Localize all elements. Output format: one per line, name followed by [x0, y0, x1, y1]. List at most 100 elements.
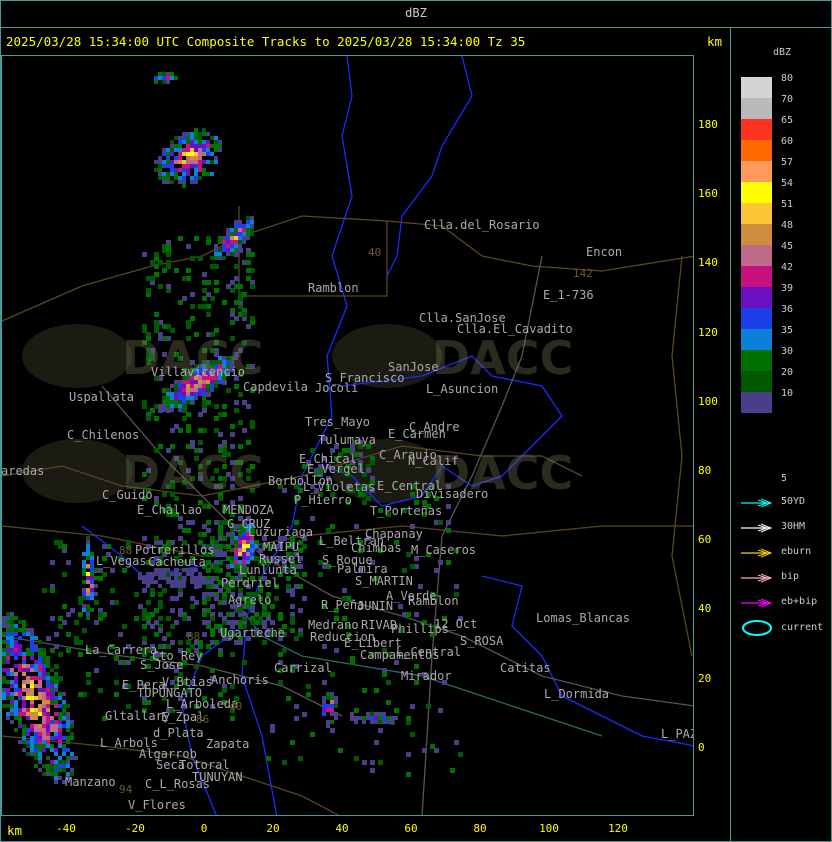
- radar-echo: [154, 168, 158, 172]
- x-tick-label: -40: [56, 822, 76, 835]
- legend-label: 51: [781, 199, 794, 210]
- radar-echo: [250, 224, 254, 228]
- radar-echo: [38, 736, 42, 740]
- radar-echo: [162, 572, 166, 576]
- radar-echo: [54, 684, 58, 688]
- radar-echo: [86, 564, 90, 568]
- radar-echo: [162, 588, 167, 593]
- radar-echo: [50, 764, 54, 768]
- radar-echo: [86, 548, 90, 552]
- radar-echo: [242, 540, 246, 544]
- radar-echo: [218, 256, 222, 260]
- radar-echo: [14, 676, 18, 680]
- radar-echo: [338, 748, 343, 753]
- radar-echo: [82, 580, 86, 584]
- radar-echo: [390, 720, 394, 724]
- track-label: 50YD: [781, 496, 806, 507]
- radar-echo: [162, 324, 167, 329]
- radar-echo: [146, 616, 151, 621]
- radar-echo: [214, 640, 219, 645]
- radar-echo: [90, 556, 94, 560]
- radar-echo: [14, 640, 18, 644]
- radar-echo: [250, 228, 254, 232]
- radar-echo: [42, 688, 46, 692]
- radar-echo: [194, 152, 198, 156]
- radar-echo: [202, 576, 206, 580]
- radar-echo: [10, 648, 14, 652]
- radar-echo: [218, 252, 222, 256]
- radar-echo: [190, 176, 194, 180]
- radar-echo: [166, 148, 170, 152]
- radar-echo: [110, 588, 115, 593]
- radar-echo: [190, 256, 195, 261]
- place-label: Clla.El_Cavadito: [457, 322, 573, 336]
- radar-echo: [38, 668, 42, 672]
- radar-echo: [202, 160, 206, 164]
- route-number: 40: [368, 246, 382, 259]
- radar-echo: [22, 712, 26, 716]
- radar-echo: [426, 704, 431, 709]
- radar-echo: [46, 764, 50, 768]
- radar-echo: [150, 572, 154, 576]
- radar-echo: [182, 276, 187, 281]
- radar-echo: [210, 172, 214, 176]
- place-label: C_L_Rosas: [145, 777, 211, 791]
- radar-echo: [178, 404, 182, 408]
- radar-echo: [94, 576, 98, 580]
- radar-echo: [166, 396, 170, 400]
- radar-echo: [166, 160, 170, 164]
- radar-echo: [14, 616, 18, 620]
- radar-echo: [234, 276, 239, 281]
- radar-echo: [26, 708, 30, 712]
- radar-echo: [206, 152, 210, 156]
- radar-echo: [250, 620, 255, 625]
- radar-echo: [158, 172, 162, 176]
- radar-echo: [166, 156, 170, 160]
- radar-echo: [10, 640, 14, 644]
- radar-echo: [54, 712, 58, 716]
- radar-echo: [242, 240, 246, 244]
- radar-echo: [58, 704, 62, 708]
- radar-echo: [10, 624, 14, 628]
- radar-echo: [58, 676, 63, 681]
- radar-echo: [362, 720, 366, 724]
- radar-echo: [178, 580, 182, 584]
- radar-echo: [50, 684, 54, 688]
- radar-echo: [370, 712, 374, 716]
- radar-echo: [146, 584, 150, 588]
- place-label: Encon: [586, 245, 623, 259]
- radar-echo: [234, 548, 238, 552]
- radar-echo: [242, 428, 247, 433]
- radar-echo: [198, 148, 202, 152]
- radar-echo: [26, 712, 30, 716]
- radar-echo: [42, 712, 46, 716]
- y-tick-label: 120: [698, 325, 718, 339]
- place-label: L_Asuncion: [426, 382, 499, 396]
- radar-echo: [330, 700, 334, 704]
- radar-echo: [62, 704, 66, 708]
- radar-echo: [58, 652, 63, 657]
- radar-echo: [322, 704, 326, 708]
- radar-echo: [194, 176, 198, 180]
- radar-echo: [158, 572, 162, 576]
- radar-echo: [170, 144, 174, 148]
- radar-echo: [46, 768, 50, 772]
- radar-echo: [178, 572, 182, 576]
- radar-echo: [30, 652, 34, 656]
- radar-echo: [190, 572, 194, 576]
- place-label: Anchoris: [211, 673, 269, 687]
- radar-echo: [46, 660, 50, 664]
- radar-echo: [170, 608, 175, 613]
- radar-echo: [182, 172, 186, 176]
- radar-echo: [386, 716, 390, 720]
- radar-map[interactable]: DACC DACC DACC DACC Clla.del_Rosario Encon E_1…: [1, 55, 694, 816]
- radar-echo: [182, 392, 186, 396]
- radar-echo: [50, 768, 54, 772]
- radar-echo: [326, 708, 330, 712]
- place-label: L_Dormida: [544, 687, 610, 701]
- radar-echo: [6, 620, 10, 624]
- radar-echo: [2, 660, 6, 664]
- legend-band: [741, 98, 772, 119]
- radar-echo: [194, 392, 198, 396]
- place-label: JUNIN: [357, 599, 394, 613]
